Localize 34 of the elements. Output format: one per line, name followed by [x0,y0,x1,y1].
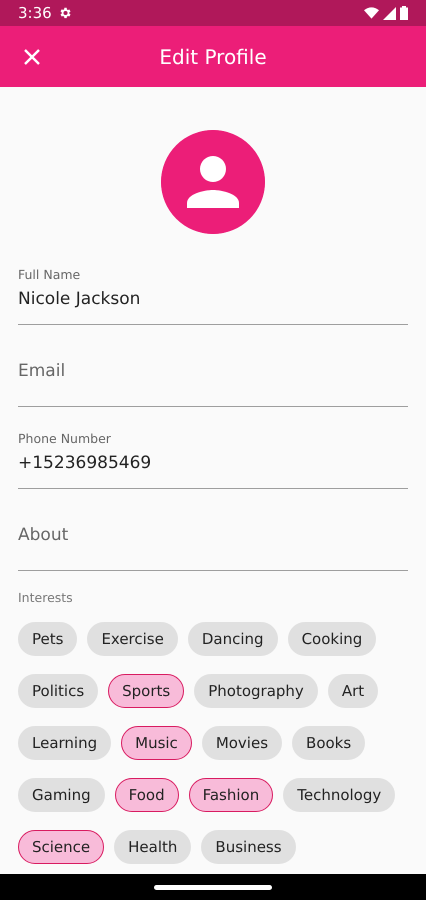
input-field[interactable]: Email [18,358,408,407]
battery-icon [400,6,408,20]
interest-chip[interactable]: Dancing [188,622,278,656]
interest-chip[interactable]: Photography [194,674,318,708]
interest-chip[interactable]: Health [114,830,192,864]
input-field[interactable]: Nicole Jackson [18,286,408,325]
interest-chip[interactable]: Sports [108,674,184,708]
input-field[interactable]: About [18,522,408,571]
interest-chip[interactable]: Learning [18,726,112,760]
interest-chip[interactable]: Movies [202,726,282,760]
interest-chip[interactable]: Books [292,726,366,760]
interest-chip[interactable]: Business [201,830,296,864]
interest-chip[interactable]: Gaming [18,778,105,812]
signal-icon [383,6,396,20]
interest-chip[interactable]: Food [114,778,179,812]
field-label: Phone Number [18,433,112,446]
wifi-icon [364,7,379,19]
field-label: Full Name [18,269,82,282]
interest-chip[interactable]: Fashion [188,778,274,812]
interest-chip[interactable]: Pets [18,622,78,656]
interest-chip[interactable]: Art [328,674,378,708]
avatar-icon[interactable] [161,130,265,234]
app-bar-title: Edit Profile [159,44,268,70]
interest-chip[interactable]: Cooking [288,622,376,656]
interest-chip[interactable]: Science [18,830,104,864]
interest-chip[interactable]: Technology [283,778,396,812]
input-field[interactable]: +15236985469 [18,450,408,489]
interest-chip[interactable]: Exercise [87,622,178,656]
interest-chip[interactable]: Music [121,726,192,760]
gear-icon [58,6,72,20]
status-time: 3:36 [18,2,52,24]
interest-chip[interactable]: Politics [18,674,98,708]
section-label: Interests [18,589,73,607]
home-indicator[interactable] [154,884,272,890]
